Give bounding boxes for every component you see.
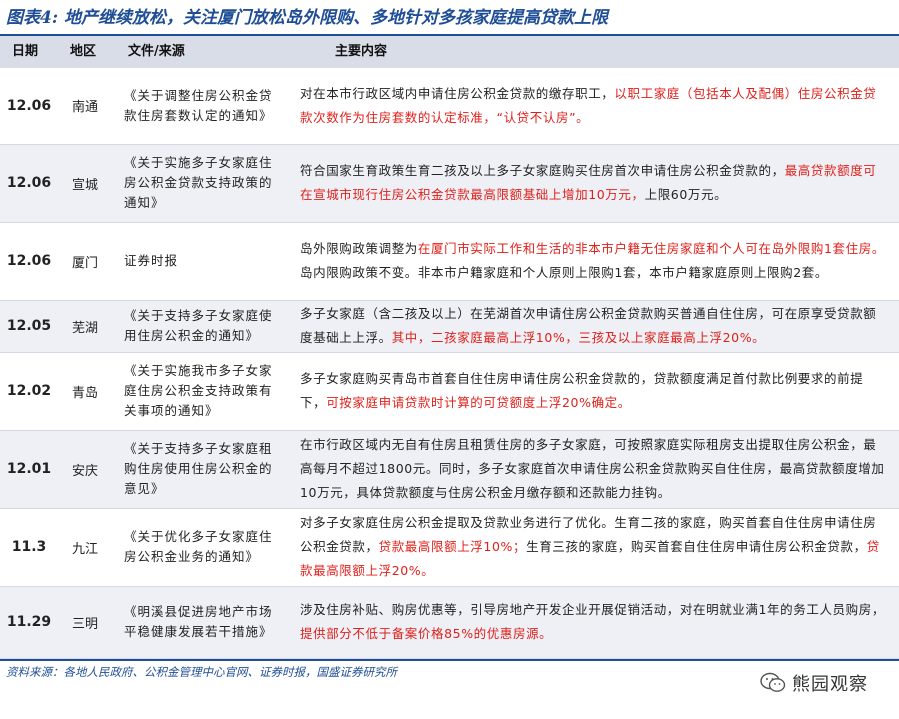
row-doc: 《关于实施我市多子女家庭住房公积金支持政策有关事项的通知》 bbox=[112, 352, 292, 431]
content-text: 涉及住房补贴、购房优惠等，引导房地产开发企业开展促销活动，对在明就业满1年的务工… bbox=[300, 602, 885, 617]
row-content: 多子女家庭购买青岛市首套自住住房申请住房公积金贷款的，贷款额度满足首付款比例要求… bbox=[292, 352, 899, 431]
row-region: 九江 bbox=[58, 508, 112, 587]
header-content: 主要内容 bbox=[335, 44, 388, 59]
row-content: 涉及住房补贴、购房优惠等，引导房地产开发企业开展促销活动，对在明就业满1年的务工… bbox=[292, 586, 899, 659]
row-content: 多子女家庭（含二孩及以上）在芜湖首次申请住房公积金贷款购买普通自住住房，可在原享… bbox=[292, 300, 899, 353]
row-region: 厦门 bbox=[58, 222, 112, 301]
row-region: 青岛 bbox=[58, 352, 112, 431]
policy-table: 12.06 南通 《关于调整住房公积金贷款住房套数认定的通知》 对在本市行政区域… bbox=[0, 68, 899, 659]
table-row: 11.29 三明 《明溪县促进房地产市场平稳健康发展若干措施》 涉及住房补贴、购… bbox=[0, 586, 899, 659]
content-highlight: 贷款最高限额上浮10%； bbox=[378, 539, 527, 554]
content-highlight: 其中，二孩家庭最高上浮10%，三孩及以上家庭最高上浮20%。 bbox=[391, 330, 766, 345]
watermark-text: 熊园观察 bbox=[792, 674, 868, 695]
row-region: 安庆 bbox=[58, 430, 112, 509]
row-date: 12.06 bbox=[0, 222, 58, 301]
table-row: 11.3 九江 《关于优化多子女家庭住房公积金业务的通知》 对多子女家庭住房公积… bbox=[0, 508, 899, 587]
table-row: 12.06 南通 《关于调整住房公积金贷款住房套数认定的通知》 对在本市行政区域… bbox=[0, 68, 899, 145]
row-region: 三明 bbox=[58, 586, 112, 659]
row-region: 宣城 bbox=[58, 144, 112, 223]
source-note: 资料来源：各地人民政府、公积金管理中心官网、证券时报，国盛证券研究所 bbox=[6, 665, 397, 679]
row-content: 在市行政区域内无自有住房且租赁住房的多子女家庭，可按照家庭实际租房支出提取住房公… bbox=[292, 430, 899, 509]
header-region: 地区 bbox=[70, 44, 97, 59]
row-date: 11.3 bbox=[0, 508, 58, 587]
row-content: 对在本市行政区域内申请住房公积金贷款的缴存职工，以职工家庭（包括本人及配偶）住房… bbox=[292, 68, 899, 145]
row-doc: 《关于支持多子女家庭使用住房公积金的通知》 bbox=[112, 300, 292, 353]
table-row: 12.01 安庆 《关于支持多子女家庭租购住房使用住房公积金的意见》 在市行政区… bbox=[0, 430, 899, 509]
row-date: 12.06 bbox=[0, 68, 58, 145]
row-doc: 证券时报 bbox=[112, 222, 292, 301]
header-date: 日期 bbox=[12, 44, 39, 59]
row-region: 芜湖 bbox=[58, 300, 112, 353]
content-text: 在市行政区域内无自有住房且租赁住房的多子女家庭，可按照家庭实际租房支出提取住房公… bbox=[300, 437, 885, 500]
row-content: 岛外限购政策调整为在厦门市实际工作和生活的非本市户籍无住房家庭和个人可在岛外限购… bbox=[292, 222, 899, 301]
table-row: 12.06 厦门 证券时报 岛外限购政策调整为在厦门市实际工作和生活的非本市户籍… bbox=[0, 222, 899, 301]
figure-title: 图表4: 地产继续放松，关注厦门放松岛外限购、多地针对多孩家庭提高贷款上限 bbox=[6, 8, 609, 28]
content-text: 岛外限购政策调整为 bbox=[300, 241, 418, 256]
row-content: 符合国家生育政策生育二孩及以上多子女家庭购买住房首次申请住房公积金贷款的，最高贷… bbox=[292, 144, 899, 223]
row-doc: 《关于优化多子女家庭住房公积金业务的通知》 bbox=[112, 508, 292, 587]
header-doc: 文件/来源 bbox=[128, 44, 185, 59]
watermark: 熊园观察 bbox=[760, 670, 868, 696]
row-date: 12.02 bbox=[0, 352, 58, 431]
bottom-rule bbox=[0, 659, 899, 661]
row-doc: 《明溪县促进房地产市场平稳健康发展若干措施》 bbox=[112, 586, 292, 659]
table-row: 12.02 青岛 《关于实施我市多子女家庭住房公积金支持政策有关事项的通知》 多… bbox=[0, 352, 899, 431]
content-tail: 岛内限购政策不变。非本市户籍家庭和个人原则上限购1套，本市户籍家庭原则上限购2套… bbox=[300, 265, 829, 280]
content-tail: 生育三孩的家庭，购买首套自住住房申请住房公积金贷款， bbox=[526, 539, 867, 554]
wechat-icon bbox=[760, 672, 786, 694]
content-tail: 上限60万元。 bbox=[644, 187, 728, 202]
row-doc: 《关于支持多子女家庭租购住房使用住房公积金的意见》 bbox=[112, 430, 292, 509]
row-doc: 《关于调整住房公积金贷款住房套数认定的通知》 bbox=[112, 68, 292, 145]
table-header: 日期 地区 文件/来源 主要内容 bbox=[0, 34, 899, 68]
row-date: 12.06 bbox=[0, 144, 58, 223]
content-text: 对在本市行政区域内申请住房公积金贷款的缴存职工， bbox=[300, 85, 615, 101]
table-row: 12.05 芜湖 《关于支持多子女家庭使用住房公积金的通知》 多子女家庭（含二孩… bbox=[0, 300, 899, 353]
row-doc: 《关于实施多子女家庭住房公积金贷款支持政策的通知》 bbox=[112, 144, 292, 223]
content-text: 符合国家生育政策生育二孩及以上多子女家庭购买住房首次申请住房公积金贷款的， bbox=[300, 163, 785, 178]
row-date: 12.01 bbox=[0, 430, 58, 509]
content-highlight: 可按家庭申请贷款时计算的可贷额度上浮20%确定。 bbox=[326, 395, 631, 410]
content-highlight: 在厦门市实际工作和生活的非本市户籍无住房家庭和个人可在岛外限购1套住房。 bbox=[417, 241, 885, 256]
row-date: 12.05 bbox=[0, 300, 58, 353]
row-content: 对多子女家庭住房公积金提取及贷款业务进行了优化。生育二孩的家庭，购买首套自住住房… bbox=[292, 508, 899, 587]
content-highlight: 提供部分不低于备案价格85%的优惠房源。 bbox=[300, 626, 553, 641]
row-date: 11.29 bbox=[0, 586, 58, 659]
row-region: 南通 bbox=[58, 68, 112, 145]
table-row: 12.06 宣城 《关于实施多子女家庭住房公积金贷款支持政策的通知》 符合国家生… bbox=[0, 144, 899, 223]
